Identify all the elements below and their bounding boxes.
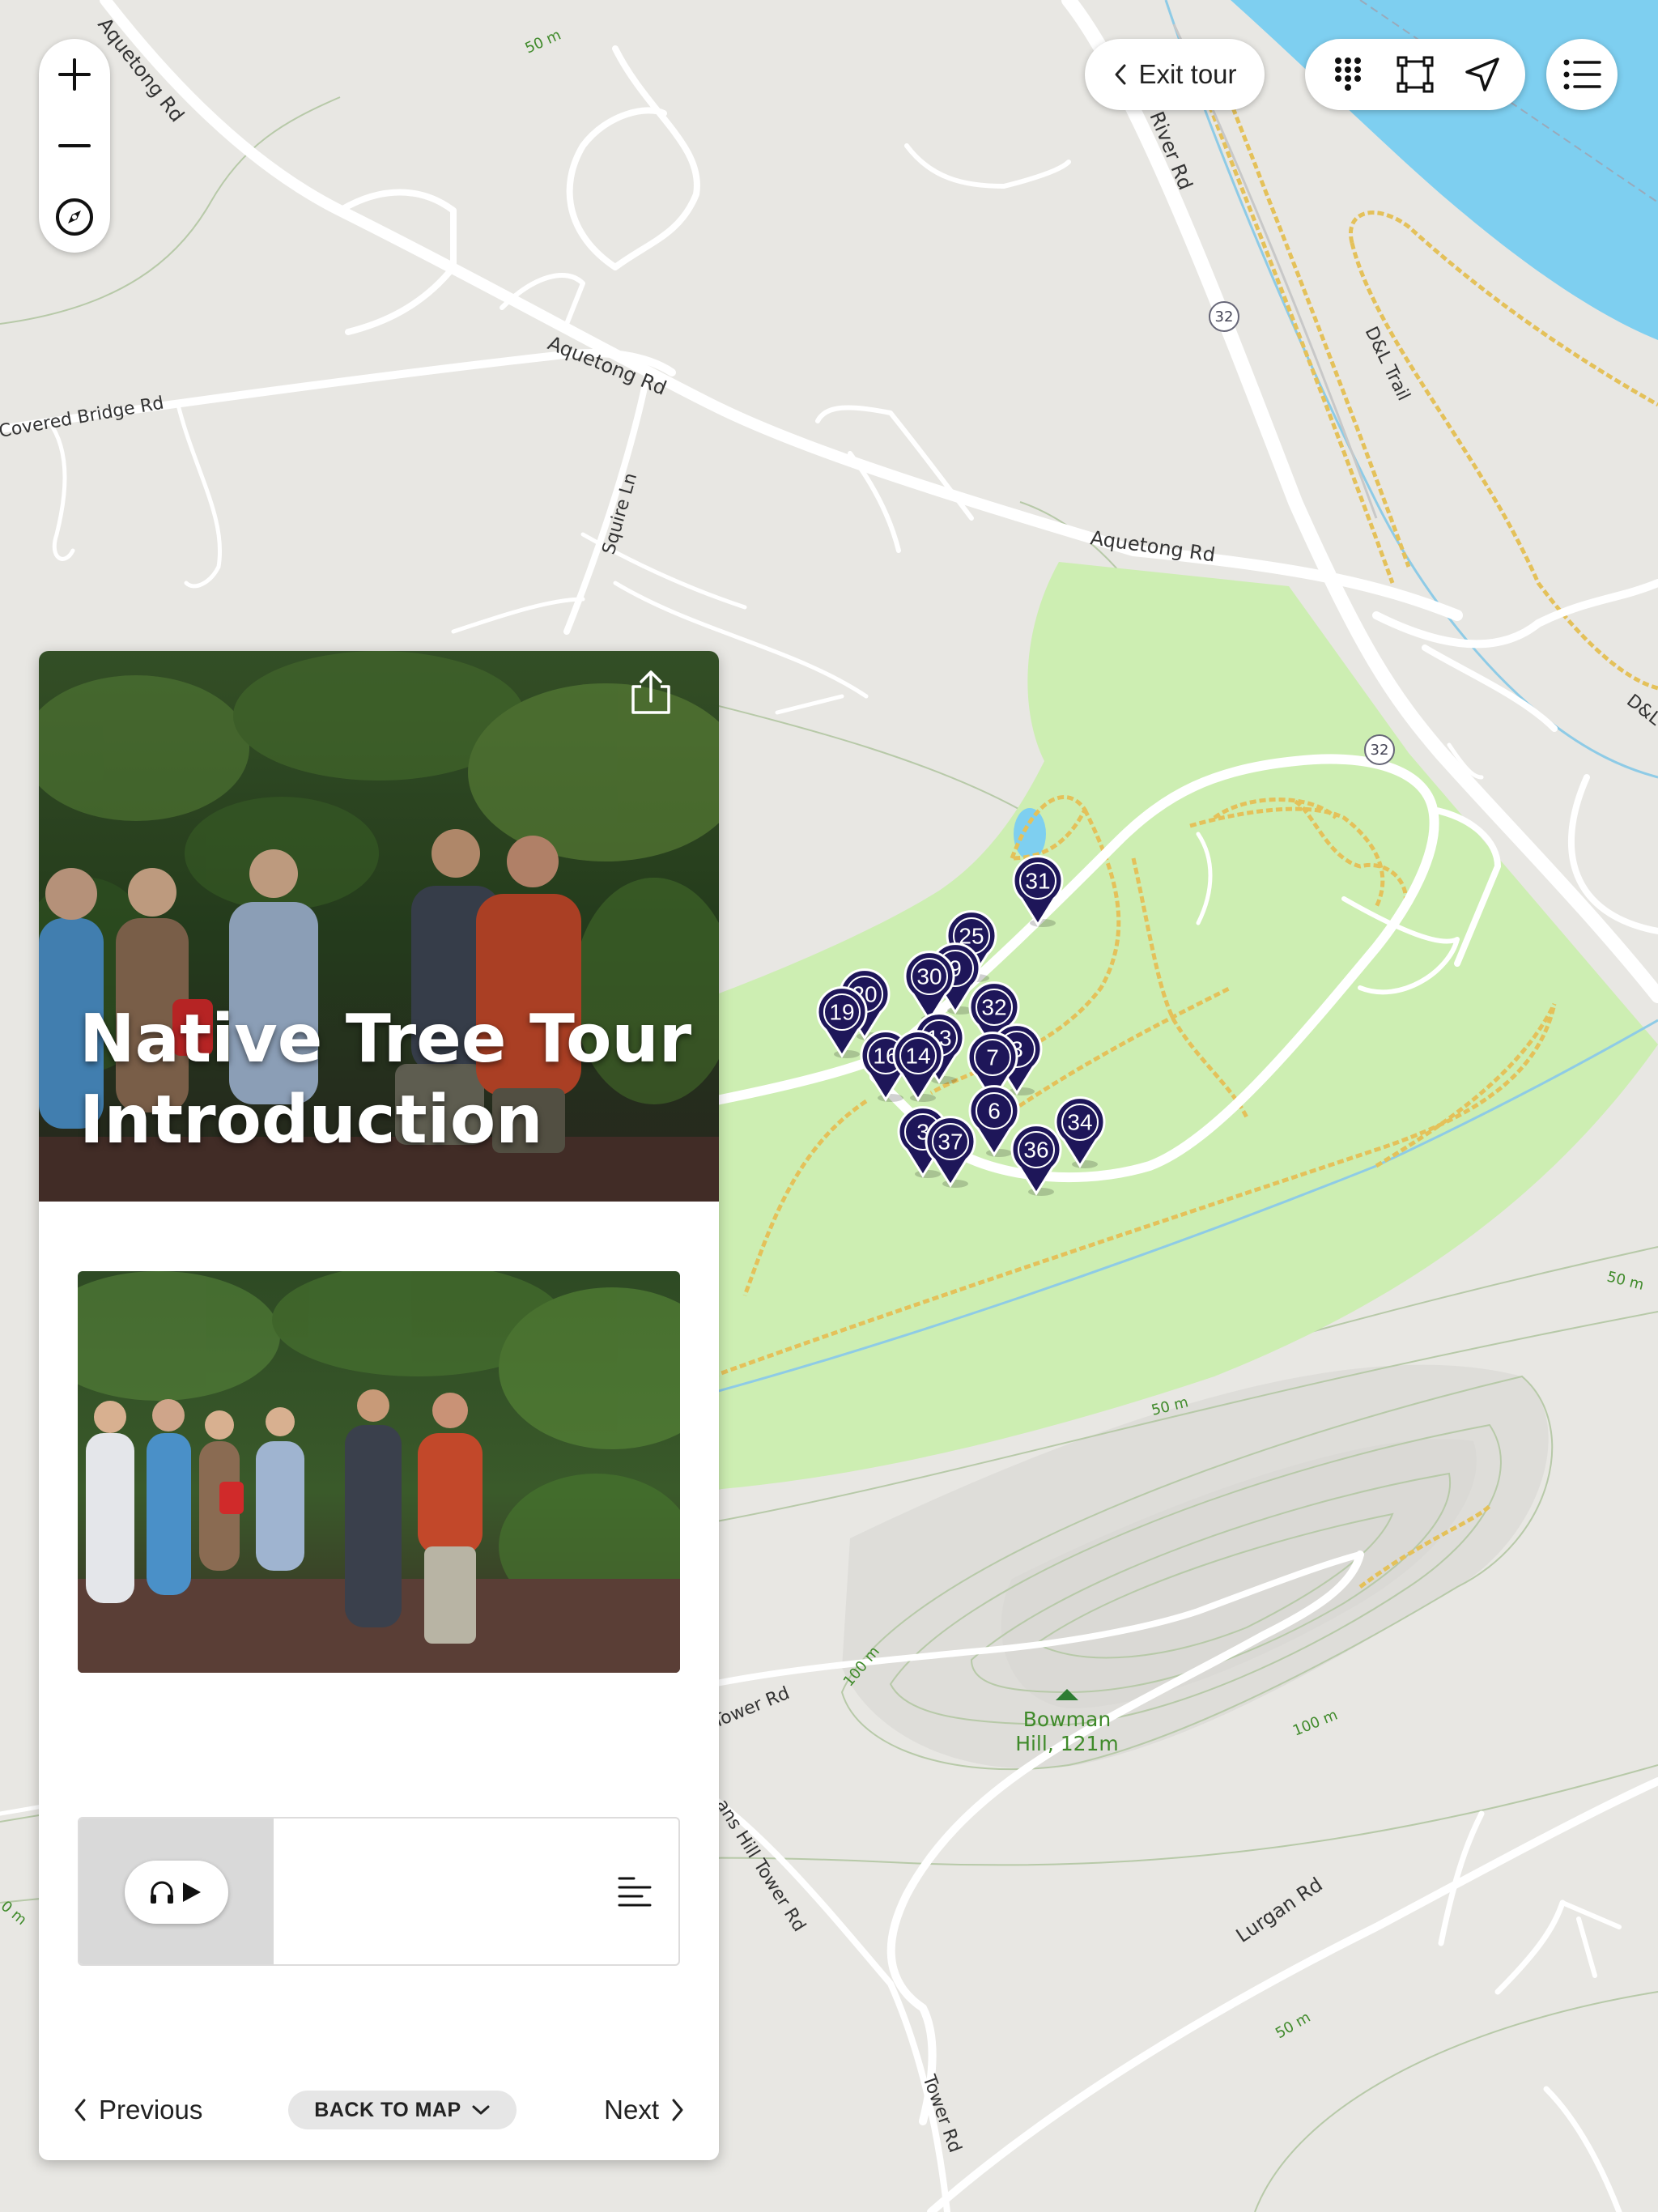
bounding-box-icon [1397,56,1434,93]
next-button[interactable]: Next [604,2078,685,2142]
previous-label: Previous [99,2095,203,2125]
compass-icon [56,198,93,236]
marker-label: 30 [916,964,942,989]
zoom-in-icon [58,58,91,91]
panel-footer: Previous BACK TO MAP Next [39,2078,719,2142]
audio-controls-area [79,1819,274,1964]
svg-text:32: 32 [1371,742,1389,759]
marker-label: 37 [937,1129,963,1155]
route-shield-32-top: 32 [1209,301,1239,332]
list-icon [1563,59,1601,90]
svg-text:32: 32 [1215,308,1234,325]
stop-title-line-1: Native Tree Tour [79,1001,692,1078]
fit-bounds-button[interactable] [1387,46,1443,103]
marker-label: 7 [986,1045,999,1070]
marker-label: 14 [905,1044,930,1069]
previous-button[interactable]: Previous [73,2078,202,2142]
map-tools-group [1305,39,1525,110]
marker-label: 36 [1023,1138,1048,1163]
stop-title-line-2: Introduction [79,1082,543,1159]
back-to-map-label: BACK TO MAP [314,2098,461,2121]
pond [1014,808,1046,860]
route-shield-32-bottom: 32 [1364,734,1395,765]
content-image [78,1271,680,1673]
location-arrow-icon [1465,57,1499,91]
stop-list-button[interactable] [1546,39,1618,110]
audio-player [78,1817,680,1966]
chevron-left-icon [1115,64,1126,85]
svg-text:Bowman: Bowman [1023,1708,1111,1731]
chevron-left-icon [74,2099,86,2121]
share-button[interactable] [625,667,677,719]
zoom-out-button[interactable] [39,110,110,181]
play-audio-button[interactable] [125,1861,228,1924]
compass-button[interactable] [39,181,110,253]
share-icon [631,670,670,714]
transcript-button[interactable] [610,1867,659,1916]
tour-stop-panel: Native Tree Tour Introduction Previous B… [39,651,719,2160]
exit-tour-button[interactable]: Exit tour [1085,39,1265,110]
svg-text:Hill, 121m: Hill, 121m [1015,1732,1119,1755]
dots-grid-icon [1335,57,1362,91]
stop-title: Native Tree Tour Introduction [79,999,695,1161]
chevron-right-icon [672,2099,683,2121]
next-label: Next [604,2095,659,2125]
zoom-in-button[interactable] [39,39,110,110]
back-to-map-button[interactable]: BACK TO MAP [288,2091,517,2129]
exit-tour-label: Exit tour [1138,59,1237,89]
stops-grid-button[interactable] [1320,46,1376,103]
chevron-down-icon [472,2105,490,2115]
marker-label: 31 [1025,869,1050,894]
zoom-out-icon [58,144,91,147]
my-location-button[interactable] [1454,46,1511,103]
hero-photo: Native Tree Tour Introduction [39,651,719,1202]
zoom-controls [39,39,110,253]
marker-label: 32 [981,995,1006,1020]
marker-label: 6 [988,1099,1001,1124]
headphones-play-icon [151,1881,201,1904]
transcript-icon [618,1877,652,1907]
marker-label: 34 [1067,1110,1092,1135]
content-photo[interactable] [78,1271,680,1673]
marker-label: 19 [829,1000,854,1025]
